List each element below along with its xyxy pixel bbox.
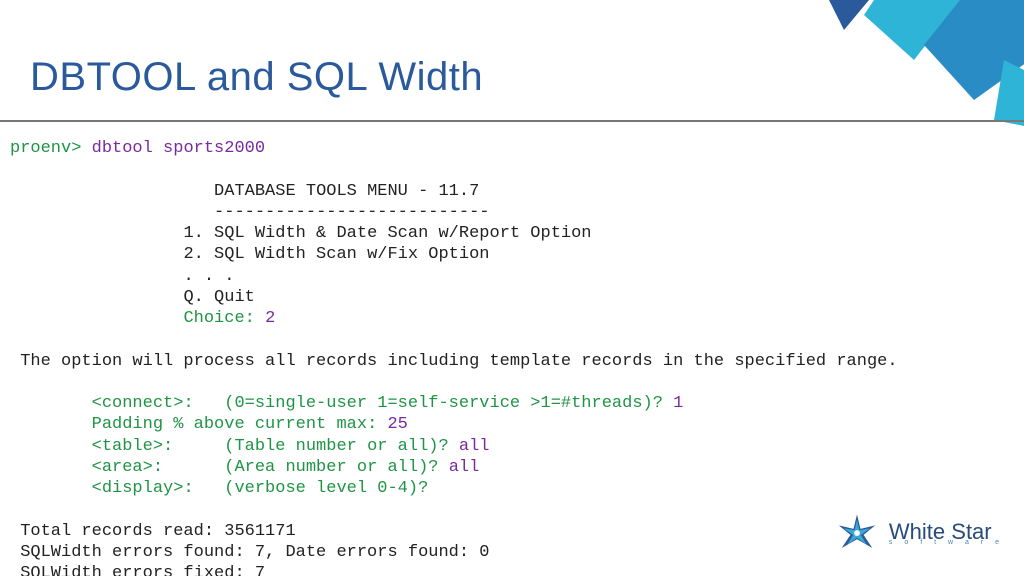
padding-label: Padding % above current max: (92, 415, 378, 434)
menu-header: DATABASE TOOLS MENU - 11.7 (214, 182, 479, 201)
table-label: <table>: (Table number or all)? (92, 437, 449, 456)
slide-title: DBTOOL and SQL Width (30, 55, 483, 100)
connect-value: 1 (673, 394, 683, 413)
title-separator (0, 120, 1024, 122)
area-value: all (449, 458, 480, 477)
padding-value: 25 (387, 415, 407, 434)
choice-value: 2 (265, 309, 275, 328)
terminal-output: proenv> dbtool sports2000 DATABASE TOOLS… (10, 138, 898, 576)
table-value: all (459, 437, 490, 456)
star-icon (833, 510, 881, 558)
corner-decor (774, 0, 1024, 130)
command: dbtool sports2000 (92, 139, 265, 158)
description: The option will process all records incl… (20, 352, 897, 371)
totals-line-3: SQLWidth errors fixed: 7 (20, 564, 265, 576)
totals-line-2: SQLWidth errors found: 7, Date errors fo… (20, 543, 489, 562)
connect-label: <connect>: (0=single-user 1=self-service… (92, 394, 663, 413)
display-label: <display>: (verbose level 0-4)? (92, 479, 429, 498)
prompt: proenv> (10, 139, 81, 158)
menu-separator: --------------------------- (214, 203, 489, 222)
choice-label: Choice: (183, 309, 254, 328)
menu-quit: Q. Quit (183, 288, 254, 307)
logo-text: White Star s o f t w a r e (889, 522, 1004, 546)
menu-ellipsis: . . . (183, 267, 234, 286)
menu-item-1: 1. SQL Width & Date Scan w/Report Option (183, 224, 591, 243)
area-label: <area>: (Area number or all)? (92, 458, 439, 477)
footer-logo: White Star s o f t w a r e (833, 510, 1004, 558)
menu-item-2: 2. SQL Width Scan w/Fix Option (183, 245, 489, 264)
totals-line-1: Total records read: 3561171 (20, 522, 295, 541)
logo-subtext: s o f t w a r e (889, 540, 1004, 546)
